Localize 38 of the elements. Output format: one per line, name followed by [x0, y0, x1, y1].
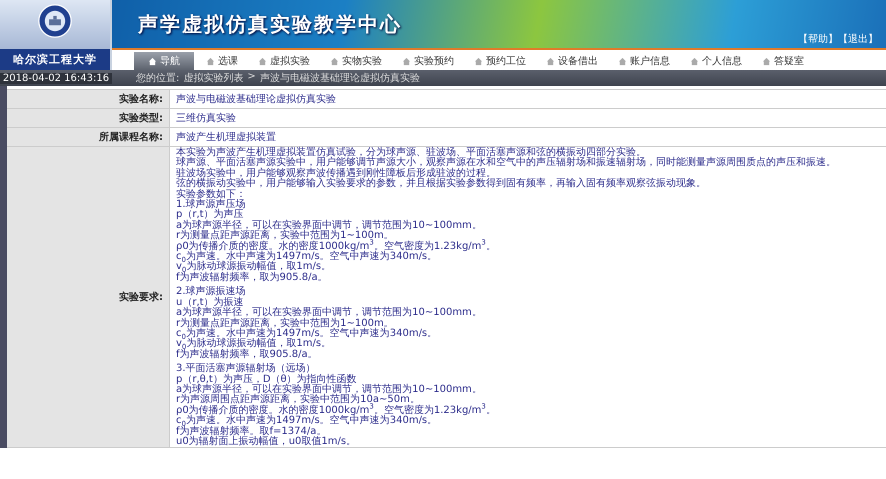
- nav-tab[interactable]: 实物实验: [322, 52, 390, 70]
- house-icon: [402, 56, 411, 66]
- field-label: 所属课程名称:: [7, 128, 169, 146]
- house-icon: [148, 56, 157, 66]
- breadcrumb-label: 您的位置:: [136, 72, 180, 85]
- house-icon: [618, 56, 627, 66]
- nav-tab[interactable]: 实验预约: [394, 52, 462, 70]
- field-value: 声波产生机理虚拟装置: [169, 128, 886, 146]
- house-icon: [762, 56, 771, 66]
- house-icon: [330, 56, 339, 66]
- breadcrumb-link[interactable]: 声波与电磁波基础理论虚拟仿真实验: [260, 71, 420, 85]
- house-icon: [474, 56, 483, 66]
- house-icon: [206, 56, 215, 66]
- school-name: 哈尔滨工程大学: [0, 49, 110, 70]
- nav-tab[interactable]: 答疑室: [754, 52, 812, 70]
- nav-tab[interactable]: 预约工位: [466, 52, 534, 70]
- requirement-text: 本实验为声波产生机理虚拟装置仿真试验，分为球声源、驻波场、平面活塞声源和弦的横振动四部分实验。 球声源、平面活塞声源实验中，用户能够调节声源大小，观察声源在水和空气中的声压辐射场和振速辐射场，同时能测量声源周围质点的声压和振速。 驻波场实验中，用户能够观察声波传播遇到刚性障板后形成驻波的过程。 弦的横振动实验中，用户能够输入实验要求的参数，并且根据实验参数得到固有频率，再输入固有频率观察弦振动现象。 实验参数如下： 1.球声源声压场 p（r,t）为声压 a为球声源半径，可以在实验界面中调节，调节范围为10~100mm。 r为测量点距声源距离，实验中范围为1~100m。 ρ0为传播介质的密度。水的密度1000kg/m$^{3}$。空气密度为1.23kg/m$^{3}$。 c$_{0}$为声速。水中声速为1497m/s。空气中声速为340m/s。 v$_{0}$为脉动球源振动幅值，取1m/s。 f为声波辐射频率，取为905.8/a。 2.球声源振速场 u（r,t）为振速 a为球声源半径，可以在实验界面中调节，调节范围为10~100mm。 r为测量点距声源距离，实验中范围为1~100m。 c$_{0}$为声速。水中声速为1497m/s。空气中声速为340m/s。 v$_{0}$为脉动球源振动幅值，取1m/s。 f为声波辐射频率，取905.8/a。 3.平面活塞声源辐射场（远场） p（r,θ,t）为声压，D（θ）为指向性函数 a为球声源半径，可以在实验界面中调节，调节范围为10~100mm。 r为声源周围点距声源距离，实验中范围为10a~50m。 ρ0为传播介质的密度。水的密度1000kg/m$^{3}$。空气密度为1.23kg/m$^{3}$。 c$_{0}$为声速。水中声速为1497m/s。空气中声速为340m/s。 f为声波辐射频率。取f=1374/a。 u0为辐射面上振动幅值，u0取值1m/s。: [169, 147, 886, 448]
- nav-tab[interactable]: 导航: [134, 52, 194, 70]
- date-time: 2018-04-02 16:43:16: [0, 72, 112, 84]
- header-link[interactable]: 【退出】: [838, 32, 878, 46]
- house-icon: [258, 56, 267, 66]
- field-label: 实验要求:: [7, 147, 169, 448]
- nav-tab[interactable]: 个人信息: [682, 52, 750, 70]
- breadcrumb-link[interactable]: 虚拟实验列表: [183, 71, 244, 85]
- nav-tab[interactable]: 设备借出: [538, 52, 606, 70]
- field-label: 实验类型:: [7, 109, 169, 127]
- nav-tab[interactable]: 选课: [198, 52, 246, 70]
- header-link[interactable]: 【帮助】: [798, 32, 838, 46]
- house-icon: [690, 56, 699, 66]
- field-label: 实验名称:: [7, 90, 169, 108]
- field-value: 三维仿真实验: [169, 109, 886, 127]
- breadcrumb-separator: >: [247, 71, 256, 84]
- nav-tab[interactable]: 账户信息: [610, 52, 678, 70]
- nav-tab[interactable]: 虚拟实验: [250, 52, 318, 70]
- field-value: 声波与电磁波基础理论虚拟仿真实验: [169, 90, 886, 108]
- emblem-icon: [38, 4, 72, 38]
- site-title: 声学虚拟仿真实验教学中心: [138, 10, 402, 38]
- house-icon: [546, 56, 555, 66]
